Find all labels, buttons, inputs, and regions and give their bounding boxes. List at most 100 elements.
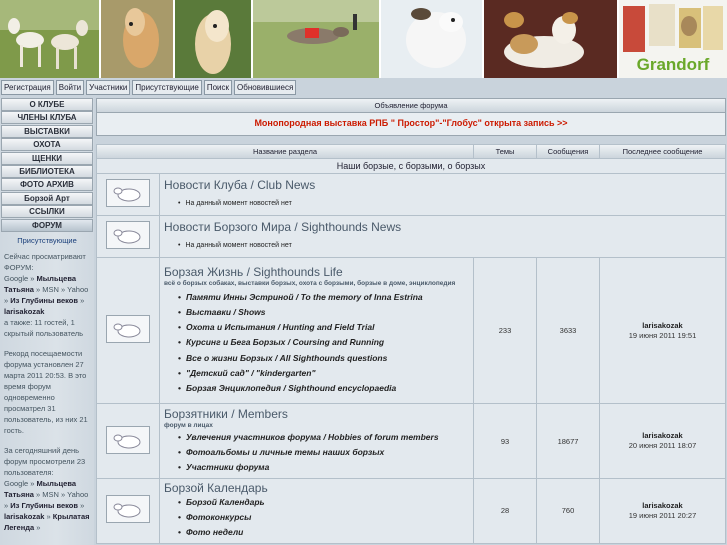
record-info: Рекорд посещаемости форума установлен 27… — [4, 348, 88, 435]
forum-title[interactable]: Борзятники / Members — [164, 407, 469, 421]
nav-login[interactable]: Войти — [55, 80, 85, 95]
col-topics: Темы — [474, 145, 537, 158]
sponsor-logo[interactable]: Grandorf — [619, 0, 727, 78]
today-user[interactable]: Из Глубины веков — [10, 501, 78, 510]
borzoi-icon — [106, 425, 150, 454]
photo-borzoi-snow — [381, 0, 482, 78]
forum-row: Новости Клуба / Club News На данный моме… — [97, 174, 726, 215]
online-user[interactable]: Из Глубины веков — [10, 296, 78, 305]
category-title[interactable]: Наши борзые, с борзыми, о борзых — [97, 159, 726, 173]
last-post-date: 19 июня 2011 19:51 — [628, 330, 697, 340]
bot-msn: MSN — [42, 489, 59, 499]
topics-count: 93 — [474, 404, 537, 478]
menu-photo-archive[interactable]: ФОТО АРХИВ — [1, 178, 93, 192]
forum-row: Новости Борзого Мира / Sighthounds News … — [97, 216, 726, 257]
subforum-link[interactable]: Фото недели — [178, 525, 469, 540]
topics-count: 28 — [474, 479, 537, 543]
subforum-link[interactable]: Фотоальбомы и личные темы наших борзых — [178, 445, 469, 460]
nav-search[interactable]: Поиск — [203, 80, 233, 95]
col-posts: Сообщения — [537, 145, 600, 158]
forum-cell: Борзой Календарь Борзой Календарь Фотоко… — [160, 479, 474, 543]
last-post-user[interactable]: larisakozak — [642, 321, 682, 330]
menu-borzoi-art[interactable]: Борзой Арт — [1, 191, 93, 205]
announcement-header: Объявление форума — [97, 99, 725, 113]
nav-members[interactable]: Участники — [86, 80, 131, 95]
forum-icon-cell — [97, 174, 159, 215]
forum-title[interactable]: Борзая Жизнь / Sighthounds Life — [164, 265, 469, 279]
forum-icon-cell — [97, 479, 159, 543]
subforum-link[interactable]: Все о жизни Борзых / All Sighthounds que… — [178, 351, 469, 366]
menu-about[interactable]: О КЛУБЕ — [1, 98, 93, 111]
subforum-link[interactable]: Курсинг и Бега Борзых / Coursing and Run… — [178, 335, 469, 350]
subforum-link[interactable]: Фотоконкурсы — [178, 510, 469, 525]
nav-present[interactable]: Присутствующие — [132, 80, 202, 95]
forum-icon-cell — [97, 258, 159, 403]
subforum-link[interactable]: Борзая Энциклопедия / Sighthound encyclo… — [178, 381, 469, 396]
topics-count: 233 — [474, 258, 537, 403]
forum-icon-cell — [97, 216, 159, 257]
today-viewers: За сегодняшний день форум просмотрели 23… — [4, 445, 86, 477]
table-header-row: Название раздела Темы Сообщения Последне… — [97, 145, 726, 158]
forum-icon-cell — [97, 404, 159, 478]
forum-title[interactable]: Новости Клуба / Club News — [164, 178, 721, 192]
category-row: Наши борзые, с борзыми, о борзых — [97, 159, 726, 173]
subforum-link[interactable]: "Детский сад" / "kindergarten" — [178, 366, 469, 381]
menu-links[interactable]: ССЫЛКИ — [1, 205, 93, 219]
photo-borzoi-head — [101, 0, 173, 78]
posts-count: 18677 — [537, 404, 600, 478]
forum-cell: Новости Клуба / Club News На данный моме… — [160, 174, 726, 215]
now-viewing: Сейчас просматривают ФОРУМ: — [4, 251, 86, 272]
borzoi-icon — [106, 495, 150, 524]
sidebar: О КЛУБЕ ЧЛЕНЫ КЛУБА ВЫСТАВКИ ОХОТА ЩЕНКИ… — [0, 98, 94, 545]
grandorf-logo-text: Grandorf — [637, 55, 710, 74]
last-post: larisakozak 20 июня 2011 18:07 — [600, 404, 726, 478]
top-nav: Регистрация Войти Участники Присутствующ… — [0, 80, 297, 97]
posts-count: 760 — [537, 479, 600, 543]
nav-register[interactable]: Регистрация — [1, 80, 54, 95]
online-info: Сейчас просматривают ФОРУМ: Google » Мыл… — [4, 251, 90, 532]
subforum-list: Увлечения участников форума / Hobbies of… — [178, 430, 469, 476]
present-link[interactable]: Присутствующие — [0, 236, 94, 248]
subforum-link[interactable]: Памяти Инны Эстриной / To the memory of … — [178, 290, 469, 305]
menu-shows[interactable]: ВЫСТАВКИ — [1, 124, 93, 138]
nav-updated[interactable]: Обновившиеся — [234, 80, 297, 95]
menu-hunting[interactable]: ОХОТА — [1, 138, 93, 152]
subforum-link[interactable]: Выставки / Shows — [178, 305, 469, 320]
last-post: larisakozak 19 июня 2011 19:51 — [600, 258, 726, 403]
borzoi-icon — [106, 179, 150, 207]
forum-row: Борзая Жизнь / Sighthounds Life всё о бо… — [97, 258, 726, 403]
subforum-link[interactable]: Увлечения участников форума / Hobbies of… — [178, 430, 469, 445]
online-user[interactable]: larisakozak — [4, 307, 44, 316]
forum-table: Название раздела Темы Сообщения Последне… — [96, 144, 727, 544]
header-banner: Grandorf — [0, 0, 727, 78]
last-post-user[interactable]: larisakozak — [642, 431, 682, 440]
bot-yahoo: Yahoo — [67, 489, 89, 499]
last-post-user[interactable]: larisakozak — [642, 501, 682, 510]
announcement-box: Объявление форума Монопородная выставка … — [96, 98, 726, 136]
news-item: На данный момент новостей нет — [178, 238, 721, 253]
forum-row: Борзой Календарь Борзой Календарь Фотоко… — [97, 479, 726, 543]
subforum-link[interactable]: Борзой Календарь — [178, 495, 469, 510]
menu-puppies[interactable]: ЩЕНКИ — [1, 151, 93, 165]
subforum-link[interactable]: Участники форума — [178, 460, 469, 475]
menu-members[interactable]: ЧЛЕНЫ КЛУБА — [1, 111, 93, 125]
posts-count: 3633 — [537, 258, 600, 403]
bot-google: Google — [4, 478, 29, 488]
forum-description: форум в лицах — [164, 421, 213, 429]
forum-description: всё о борзых собаках, выставки борзых, о… — [164, 279, 456, 287]
col-forum-name: Название раздела — [97, 145, 474, 158]
announcement-link[interactable]: Монопородная выставка РПБ " Простор"-"Гл… — [97, 113, 725, 135]
forum-row: Борзятники / Members форум в лицах Увлеч… — [97, 404, 726, 478]
forum-title[interactable]: Борзой Календарь — [164, 481, 469, 495]
forum-title[interactable]: Новости Борзого Мира / Sighthounds News — [164, 220, 721, 234]
today-user[interactable]: larisakozak — [4, 512, 44, 521]
forum-cell: Борзятники / Members форум в лицах Увлеч… — [160, 404, 474, 478]
last-post-date: 20 июня 2011 18:07 — [628, 441, 697, 450]
last-post: larisakozak 19 июня 2011 20:27 — [600, 479, 726, 543]
subforum-link[interactable]: Охота и Испытания / Hunting and Field Tr… — [178, 320, 469, 335]
photo-dogs-field — [0, 0, 99, 78]
menu-forum[interactable]: ФОРУМ — [1, 218, 93, 232]
subforum-list: Памяти Инны Эстриной / To the memory of … — [178, 290, 469, 396]
menu-library[interactable]: БИБЛИОТЕКА — [1, 164, 93, 178]
borzoi-icon — [106, 221, 150, 249]
